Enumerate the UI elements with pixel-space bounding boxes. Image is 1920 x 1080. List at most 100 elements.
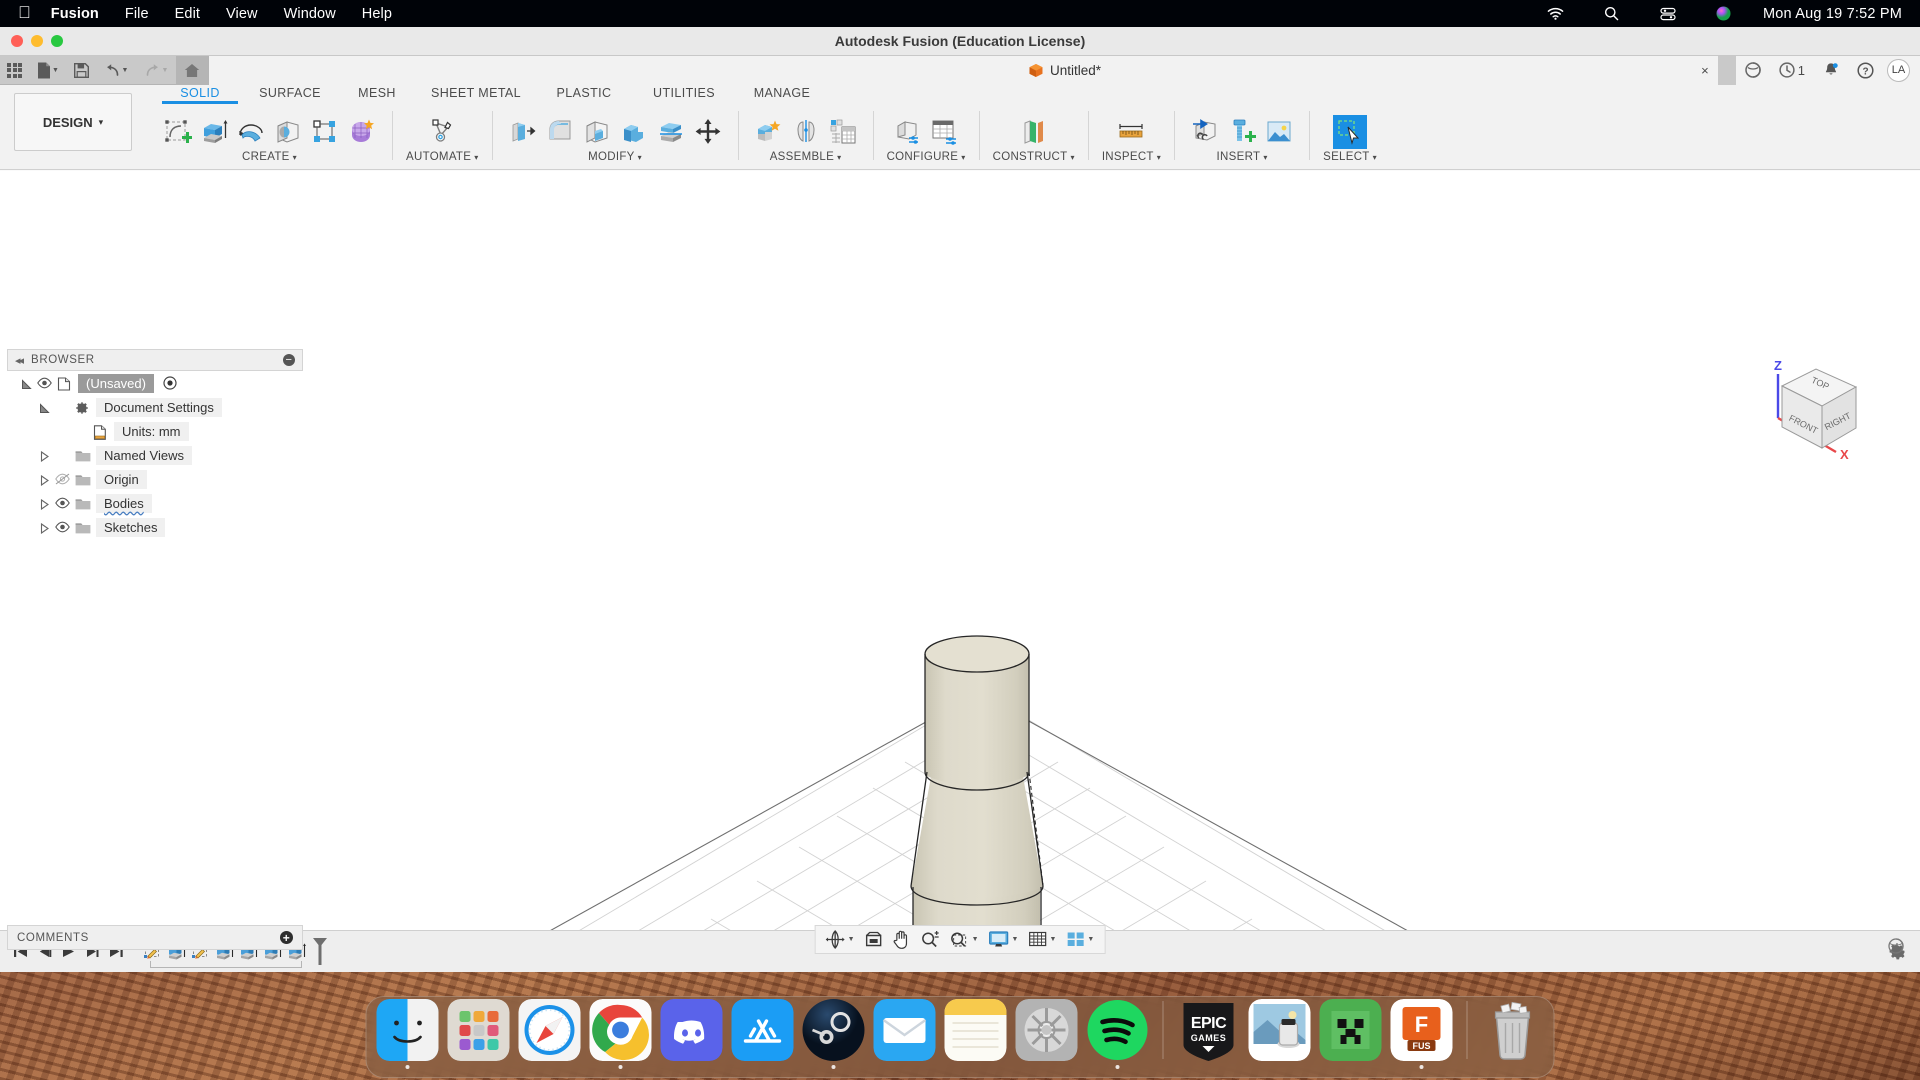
joint-icon[interactable] <box>789 115 823 149</box>
dock-icon-finder[interactable] <box>376 999 439 1061</box>
press-pull-icon[interactable] <box>506 115 540 149</box>
dock-item-minecraft[interactable] <box>1319 999 1382 1069</box>
tab-plastic[interactable]: PLASTIC <box>534 85 634 104</box>
plus-circle-icon[interactable]: + <box>280 931 293 944</box>
insert-image-icon[interactable] <box>1262 115 1296 149</box>
notifications-bell-icon[interactable] <box>1814 56 1848 85</box>
automate-icon[interactable] <box>425 115 459 149</box>
new-tab-button[interactable] <box>1717 55 1736 85</box>
panel-insert-label[interactable]: INSERT ▾ <box>1217 151 1268 163</box>
offset-face-icon[interactable] <box>654 115 688 149</box>
browser-item-units-mm[interactable]: Units: mm <box>7 419 303 443</box>
tab-surface[interactable]: SURFACE <box>244 85 336 104</box>
panel-configure-label[interactable]: CONFIGURE ▾ <box>887 151 966 163</box>
help-icon[interactable]: ? <box>1848 56 1883 85</box>
measure-icon[interactable] <box>1114 115 1148 149</box>
configure-icon[interactable] <box>891 115 925 149</box>
comments-panel[interactable]: COMMENTS + <box>7 925 303 950</box>
eye-hidden-icon[interactable] <box>55 473 70 485</box>
viewports-icon[interactable]: ▼ <box>1062 925 1098 954</box>
browser-item-sketches[interactable]: Sketches <box>7 515 303 539</box>
fillet-icon[interactable] <box>543 115 577 149</box>
dock-icon-steam[interactable] <box>802 999 865 1061</box>
menu-edit[interactable]: Edit <box>175 6 200 22</box>
dock-item-steam[interactable] <box>802 999 865 1069</box>
dock-icon-trash[interactable] <box>1482 999 1544 1061</box>
zoom-fit-icon[interactable]: ▼ <box>946 925 983 954</box>
menu-bar-clock[interactable]: Mon Aug 19 7:52 PM <box>1763 6 1902 22</box>
select-icon[interactable] <box>1333 115 1368 149</box>
view-cube[interactable]: Z X TOP FRONT RIGHT <box>1752 356 1872 466</box>
dock-item-launchpad[interactable] <box>447 999 510 1069</box>
recent-activity-icon[interactable]: 1 <box>1770 56 1814 85</box>
collapse-triangle-icon[interactable] <box>39 498 50 510</box>
tab-mesh[interactable]: MESH <box>336 85 418 104</box>
viewport-settings-icon[interactable] <box>1888 938 1904 954</box>
offset-plane-icon[interactable] <box>1017 115 1051 149</box>
3d-viewport[interactable]: ◂◂ BROWSER − (Unsaved) Document Settings U… <box>0 171 1920 972</box>
eye-visible-icon[interactable] <box>55 521 70 533</box>
apple-logo-icon[interactable]:  <box>18 4 31 21</box>
panel-modify-label[interactable]: MODIFY ▾ <box>588 151 642 163</box>
siri-icon[interactable] <box>1707 0 1741 31</box>
collapse-left-icon[interactable]: ◂◂ <box>15 354 24 367</box>
dock-item-chrome[interactable] <box>589 999 652 1069</box>
dock-icon-chrome[interactable] <box>589 999 652 1061</box>
extrude-icon[interactable] <box>197 115 231 149</box>
extensions-icon[interactable] <box>1736 56 1770 85</box>
dock-icon-epic-games[interactable]: EPIC GAMES <box>1178 999 1240 1061</box>
browser-item-unsaved[interactable]: (Unsaved) <box>7 371 303 395</box>
menu-window[interactable]: Window <box>284 6 336 22</box>
document-tab[interactable]: Untitled* <box>1028 63 1101 78</box>
dock-item-app-store[interactable] <box>731 999 794 1069</box>
dock-item-epic-games[interactable]: EPIC GAMES <box>1178 999 1240 1069</box>
active-component-radio[interactable] <box>163 376 177 390</box>
dock-item-safari[interactable] <box>518 999 581 1069</box>
dock-item-fusion[interactable]: F FUS <box>1390 999 1453 1069</box>
panel-construct-label[interactable]: CONSTRUCT ▾ <box>993 151 1075 163</box>
dock-icon-preview[interactable] <box>1248 999 1311 1061</box>
dock-icon-system-settings[interactable] <box>1015 999 1078 1061</box>
browser-item-origin[interactable]: Origin <box>7 467 303 491</box>
pattern-icon[interactable] <box>308 115 342 149</box>
user-avatar[interactable]: LA <box>1887 58 1910 82</box>
panel-create-label[interactable]: CREATE ▾ <box>242 151 297 163</box>
save-icon[interactable] <box>67 56 96 85</box>
wifi-icon[interactable] <box>1539 0 1573 31</box>
panel-automate-label[interactable]: AUTOMATE ▾ <box>406 151 479 163</box>
form-icon[interactable] <box>345 115 379 149</box>
redo-icon[interactable]: ▼ <box>136 56 176 85</box>
monitor-icon[interactable]: ▼ <box>985 925 1023 954</box>
browser-item-document-settings[interactable]: Document Settings <box>7 395 303 419</box>
dock-icon-mail[interactable] <box>873 999 936 1061</box>
dock-icon-spotify[interactable] <box>1087 999 1149 1061</box>
new-document-icon[interactable]: ▼ <box>29 56 67 85</box>
insert-derive-icon[interactable] <box>1188 115 1222 149</box>
collapse-triangle-icon[interactable] <box>39 450 50 462</box>
tab-utilities[interactable]: UTILITIES <box>634 85 734 104</box>
menu-fusion[interactable]: Fusion <box>51 6 99 22</box>
dock-icon-fusion[interactable]: F FUS <box>1390 999 1453 1061</box>
combine-icon[interactable] <box>617 115 651 149</box>
collapse-triangle-icon[interactable] <box>39 474 50 486</box>
zoom-magnifier-icon[interactable] <box>917 925 944 954</box>
undo-icon[interactable]: ▼ <box>96 56 136 85</box>
dock-item-notes[interactable] <box>944 999 1007 1069</box>
grid-icon[interactable]: ▼ <box>1024 925 1060 954</box>
home-icon[interactable] <box>176 55 208 85</box>
tab-manage[interactable]: MANAGE <box>734 85 830 104</box>
pan-hand-icon[interactable] <box>889 925 915 954</box>
create-sketch-icon[interactable] <box>160 115 194 149</box>
dock-icon-app-store[interactable] <box>731 999 794 1061</box>
look-at-icon[interactable] <box>861 925 887 954</box>
expand-triangle-icon[interactable] <box>39 402 50 413</box>
dock-item-trash[interactable] <box>1482 999 1544 1069</box>
sweep-icon[interactable] <box>271 115 305 149</box>
configure-table-icon[interactable] <box>928 115 962 149</box>
workspace-switcher[interactable]: DESIGN ▾ <box>14 93 132 151</box>
move-copy-icon[interactable] <box>691 115 725 149</box>
eye-visible-icon[interactable] <box>37 377 52 389</box>
panel-select-label[interactable]: SELECT ▾ <box>1323 151 1377 163</box>
eye-visible-icon[interactable] <box>55 497 70 509</box>
minus-circle-icon[interactable]: − <box>283 354 295 366</box>
